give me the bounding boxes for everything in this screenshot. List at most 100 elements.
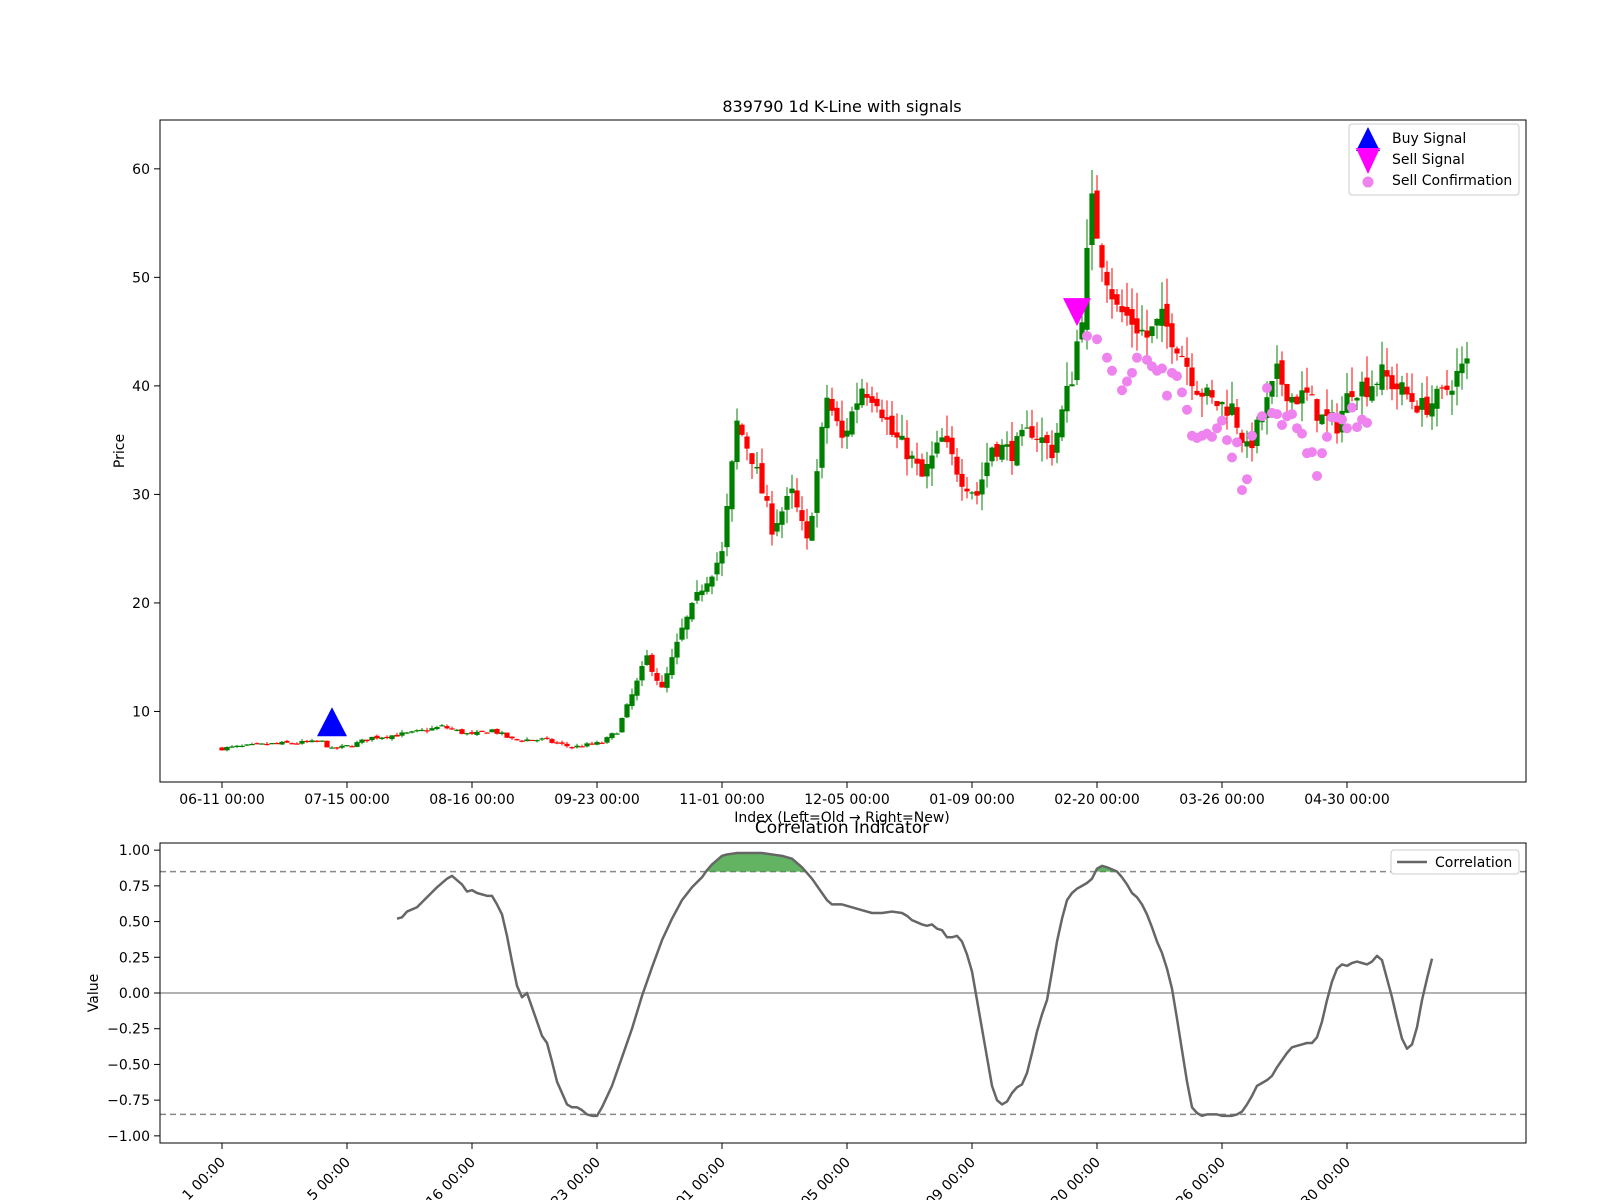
candle-body-down (334, 747, 340, 749)
sell-confirmation-point (1237, 485, 1247, 496)
candle-body-up (979, 479, 985, 495)
kline-candles (219, 170, 1470, 752)
sell-confirmation-point (1182, 404, 1192, 415)
candle-body-up (269, 743, 275, 745)
candle-body-up (319, 740, 325, 742)
candle-body-down (1444, 385, 1450, 390)
candle-body-up (399, 732, 405, 736)
candle-body-down (324, 740, 330, 748)
candle-body-down (949, 437, 955, 455)
candle-body-down (1044, 435, 1050, 444)
candle-body-down (964, 488, 970, 492)
candle-body-up (699, 590, 705, 596)
candle-body-down (1309, 394, 1315, 396)
candle-body-down (1349, 391, 1355, 398)
candle-body-down (1184, 357, 1190, 367)
candle-body-up (604, 737, 610, 743)
candle-body-up (464, 733, 470, 735)
candle-body-up (1204, 387, 1210, 396)
sell-confirmation-point (1322, 431, 1332, 442)
candle-body-down (459, 729, 465, 734)
candle-body-up (969, 492, 975, 494)
kline-xtick-label: 11-01 00:00 (679, 792, 764, 808)
sell-confirmation-point (1162, 390, 1172, 401)
candle-body-up (1139, 329, 1145, 332)
candle-body-down (264, 743, 270, 746)
candle-body-down (959, 473, 965, 487)
candle-body-down (504, 732, 510, 738)
candle-body-up (354, 742, 360, 747)
correlation-xtick-label: 30 00:00 (1298, 1155, 1354, 1200)
candle-body-up (429, 728, 435, 731)
candle-body-up (454, 729, 460, 731)
candle-body-up (719, 551, 725, 564)
candle-body-up (1454, 370, 1460, 387)
buy-signal-marker (317, 707, 347, 737)
candle-body-up (1379, 364, 1385, 390)
candle-body-up (359, 739, 365, 743)
legend-buy-label: Buy Signal (1392, 131, 1466, 147)
candle-body-up (1089, 193, 1095, 245)
candle-body-up (629, 694, 635, 706)
candle-body-down (914, 458, 920, 464)
candle-body-up (594, 742, 600, 745)
correlation-xtick-label: 26 00:00 (1173, 1155, 1229, 1200)
candle-body-up (299, 740, 305, 744)
sell-confirmation-point (1092, 334, 1102, 345)
sell-confirmation-point (1177, 387, 1187, 398)
candle-body-down (1129, 309, 1135, 325)
legend-confirmation-marker (1362, 176, 1374, 188)
candle-body-up (584, 743, 590, 747)
candle-body-down (1109, 289, 1115, 300)
candle-body-down (519, 740, 525, 742)
candle-body-down (274, 743, 280, 745)
candle-body-down (314, 740, 320, 742)
sell-confirmation-point (1222, 435, 1232, 446)
correlation-xtick-label: 01 00:00 (673, 1155, 729, 1200)
candle-body-up (679, 627, 685, 640)
sell-confirmation-point (1342, 423, 1352, 434)
candle-body-down (254, 743, 260, 745)
correlation-xtick-label: 5 00:00 (305, 1155, 354, 1200)
candle-body-up (789, 488, 795, 494)
candle-body-up (729, 461, 735, 510)
kline-xtick-label: 03-26 00:00 (1179, 792, 1264, 808)
candle-body-down (1404, 386, 1410, 395)
correlation-ytick-label: −1.00 (107, 1129, 150, 1145)
candle-body-up (389, 735, 395, 740)
candle-body-down (1034, 438, 1040, 440)
candle-body-up (849, 411, 855, 435)
correlation-ytick-label: −0.25 (107, 1022, 150, 1038)
kline-y-ticks: 10 20 30 40 50 60 (132, 162, 160, 720)
candle-body-down (1164, 303, 1170, 327)
candle-body-up (434, 726, 440, 730)
sell-confirmation-point (1347, 402, 1357, 413)
sell-confirmation-point (1247, 430, 1257, 441)
correlation-xtick-label: 16 00:00 (423, 1155, 479, 1200)
correlation-x-ticks: 1 00:00 5 00:00 16 00:00 23 00:00 01 00:00 05… (180, 1143, 1354, 1200)
candle-body-up (999, 444, 1005, 460)
candle-body-down (1099, 245, 1105, 268)
candle-body-down (1279, 360, 1285, 385)
sell-confirmation-point (1157, 363, 1167, 374)
sell-confirmation-point (1307, 447, 1317, 458)
sell-confirmation-point (1107, 365, 1117, 376)
kline-xtick-label: 06-11 00:00 (179, 792, 264, 808)
sell-confirmation-point (1232, 437, 1242, 448)
candle-body-up (499, 732, 505, 734)
candle-body-up (844, 430, 850, 437)
candle-body-down (739, 424, 745, 435)
sell-confirmation-point (1262, 383, 1272, 394)
correlation-ytick-label: 0.75 (119, 879, 150, 895)
candle-body-up (819, 426, 825, 468)
correlation-fill (706, 853, 1117, 872)
correlation-ytick-label: 0.00 (119, 986, 150, 1002)
candle-body-up (1229, 403, 1235, 415)
correlation-ytick-label: 0.25 (119, 950, 150, 966)
sell-confirmation-point (1272, 409, 1282, 420)
legend-sell-label: Sell Signal (1392, 152, 1465, 168)
candle-body-down (349, 746, 355, 748)
candle-body-down (764, 496, 770, 501)
candle-body-up (1274, 363, 1280, 379)
sell-confirmation-point (1287, 409, 1297, 420)
